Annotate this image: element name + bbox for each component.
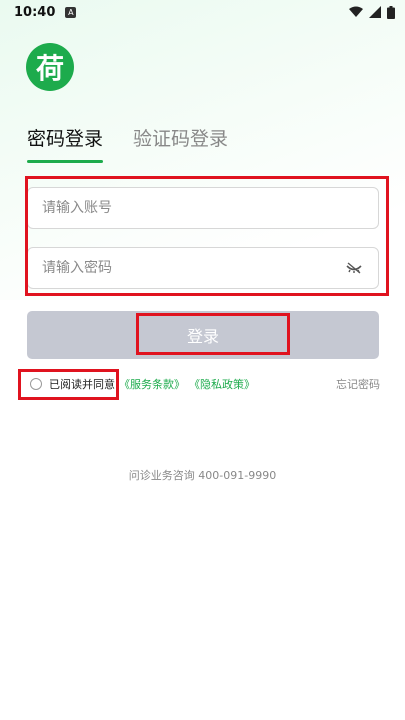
battery-icon (387, 5, 395, 19)
tab-password-login[interactable]: 密码登录 (27, 124, 103, 163)
hide-password-icon[interactable] (344, 258, 364, 278)
login-tabs: 密码登录 验证码登录 (27, 124, 228, 163)
wifi-icon (349, 6, 363, 17)
status-bar: 10:40 A (0, 0, 405, 24)
account-field[interactable] (27, 187, 379, 229)
account-input[interactable] (42, 200, 364, 216)
password-input[interactable] (42, 260, 344, 276)
agreement-row: 已阅读并同意 《服务条款》 《隐私政策》 忘记密码 (30, 376, 380, 392)
login-button[interactable]: 登录 (27, 311, 379, 359)
agree-text: 已阅读并同意 (49, 378, 115, 391)
status-time: 10:40 (14, 4, 56, 20)
service-terms-link[interactable]: 《服务条款》 (119, 376, 185, 392)
hotline-text: 问诊业务咨询 400-091-9990 (128, 469, 277, 482)
app-logo: 荷 (26, 43, 74, 91)
tab-code-login[interactable]: 验证码登录 (133, 124, 228, 163)
signal-icon (369, 6, 381, 18)
agree-radio[interactable] (30, 378, 42, 390)
forgot-password-link[interactable]: 忘记密码 (336, 376, 380, 392)
status-icons (349, 5, 395, 19)
privacy-policy-link[interactable]: 《隐私政策》 (189, 376, 255, 392)
password-field[interactable] (27, 247, 379, 289)
notification-icon: A (65, 6, 77, 18)
